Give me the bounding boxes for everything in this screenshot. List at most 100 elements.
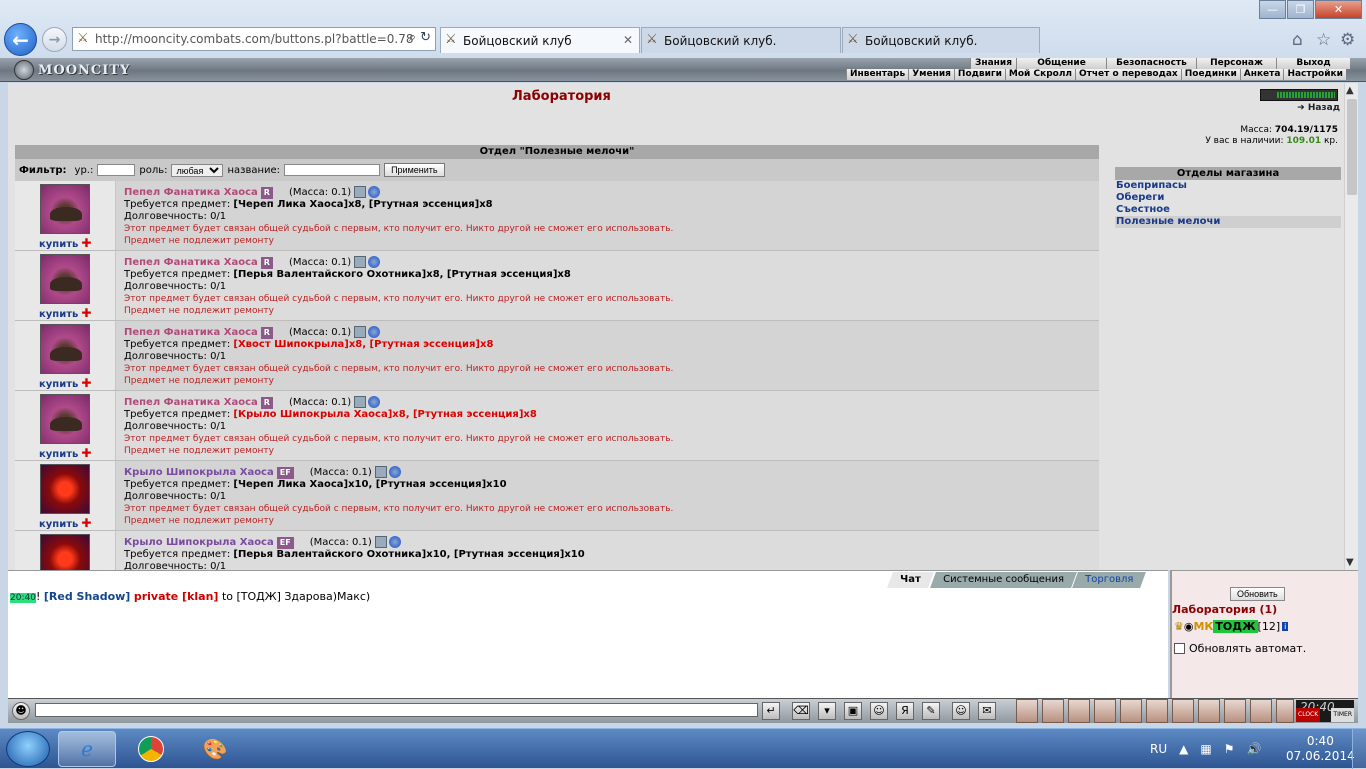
- volume-icon[interactable]: 🔊: [1246, 742, 1261, 756]
- menu-exit[interactable]: Выход: [1276, 58, 1350, 69]
- globe-icon[interactable]: [368, 186, 381, 198]
- system-clock[interactable]: 0:40 07.06.2014: [1286, 734, 1355, 764]
- menu-inventory[interactable]: Инвентарь: [846, 69, 909, 80]
- refresh-button[interactable]: Обновить: [1230, 587, 1285, 601]
- translit-icon[interactable]: Я: [896, 702, 914, 720]
- gift-icon[interactable]: [354, 256, 367, 268]
- menu-skills[interactable]: Умения: [908, 69, 954, 80]
- tab-3[interactable]: ⚔ Бойцовский клуб.: [842, 27, 1040, 53]
- buy-button[interactable]: купить ✚: [39, 376, 91, 390]
- gift-icon[interactable]: [354, 396, 367, 408]
- auto-refresh-checkbox[interactable]: [1174, 643, 1185, 654]
- tab-system[interactable]: Системные сообщения: [929, 572, 1077, 588]
- start-button[interactable]: [6, 731, 50, 767]
- auto-refresh[interactable]: Обновлять автомат.: [1174, 642, 1306, 655]
- pen-icon[interactable]: ✎: [922, 702, 940, 720]
- item-image[interactable]: [40, 534, 90, 570]
- player-entry[interactable]: ♛ ◉ МК ТОДЖ [12] i: [1174, 620, 1289, 633]
- eraser-icon[interactable]: ⌫: [792, 702, 810, 720]
- plus-icon[interactable]: ✚: [81, 306, 91, 320]
- ie-taskbar-icon[interactable]: ℯ: [58, 731, 116, 767]
- globe-icon[interactable]: [388, 536, 401, 548]
- menu-profile[interactable]: Анкета: [1239, 69, 1284, 80]
- action-center-icon[interactable]: ⚑: [1224, 742, 1235, 756]
- show-desktop-button[interactable]: [1352, 729, 1366, 769]
- globe-icon[interactable]: [368, 326, 381, 338]
- action-icon-9[interactable]: [1224, 699, 1246, 723]
- buy-button[interactable]: купить ✚: [39, 306, 91, 320]
- action-icon-3[interactable]: [1068, 699, 1090, 723]
- scroll-up-icon[interactable]: ▲: [1346, 85, 1354, 96]
- item-image[interactable]: [40, 464, 90, 514]
- globe-icon[interactable]: [388, 466, 401, 478]
- paint-taskbar-icon[interactable]: 🎨: [186, 731, 244, 767]
- chat-input[interactable]: [35, 703, 758, 717]
- gift-icon[interactable]: [374, 536, 387, 548]
- plus-icon[interactable]: ✚: [81, 446, 91, 460]
- filter-icon[interactable]: ▾: [818, 702, 836, 720]
- action-icon-4[interactable]: [1094, 699, 1116, 723]
- gift-icon[interactable]: [354, 186, 367, 198]
- action-icon-5[interactable]: [1120, 699, 1142, 723]
- tab-chat[interactable]: Чат: [887, 572, 934, 588]
- forward-button[interactable]: →: [42, 27, 67, 52]
- back-link[interactable]: ➜ Назад: [1297, 103, 1340, 113]
- item-image[interactable]: [40, 324, 90, 374]
- timer-label[interactable]: TIMER: [1331, 708, 1354, 722]
- content-scrollbar[interactable]: ▲ ▼: [1344, 83, 1358, 570]
- chrome-taskbar-icon[interactable]: [122, 731, 180, 767]
- dept-useful[interactable]: Полезные мелочи: [1115, 216, 1341, 228]
- back-button[interactable]: ←: [4, 23, 37, 56]
- item-name[interactable]: Пепел Фанатика Хаоса: [124, 187, 258, 198]
- action-icon-1[interactable]: [1016, 699, 1038, 723]
- action-icon-2[interactable]: [1042, 699, 1064, 723]
- item-image[interactable]: [40, 394, 90, 444]
- tab-2[interactable]: ⚔ Бойцовский клуб.: [641, 27, 841, 53]
- tray-arrow-icon[interactable]: ▲: [1179, 742, 1188, 756]
- tab-1[interactable]: ⚔ Бойцовский клуб ✕: [440, 27, 640, 53]
- favorites-star-icon[interactable]: ☆: [1316, 30, 1331, 50]
- dept-food[interactable]: Съестное: [1115, 204, 1341, 216]
- menu-security[interactable]: Безопасность: [1106, 58, 1196, 69]
- exit-icon[interactable]: [1276, 699, 1294, 723]
- menu-settings[interactable]: Настройки: [1283, 69, 1346, 80]
- level-input[interactable]: [97, 164, 136, 176]
- smile-icon[interactable]: ☺: [952, 702, 970, 720]
- item-name[interactable]: Крыло Шипокрыла Хаоса: [124, 467, 274, 478]
- send-icon[interactable]: ↵: [762, 702, 780, 720]
- globe-icon[interactable]: [368, 256, 381, 268]
- item-name[interactable]: Пепел Фанатика Хаоса: [124, 257, 258, 268]
- menu-knowledge[interactable]: Знания: [970, 58, 1016, 69]
- buy-button[interactable]: купить ✚: [39, 516, 91, 530]
- item-name[interactable]: Пепел Фанатика Хаоса: [124, 397, 258, 408]
- gift-icon[interactable]: [374, 466, 387, 478]
- message-time[interactable]: 20:40: [10, 593, 36, 603]
- message-private[interactable]: private [klan]: [134, 590, 219, 603]
- settings-gear-icon[interactable]: ⚙: [1340, 30, 1355, 50]
- item-image[interactable]: [40, 254, 90, 304]
- action-icon-6[interactable]: [1146, 699, 1168, 723]
- save-icon[interactable]: ▣: [844, 702, 862, 720]
- close-window-button[interactable]: ✕: [1315, 0, 1362, 19]
- menu-character[interactable]: Персонаж: [1196, 58, 1276, 69]
- plus-icon[interactable]: ✚: [81, 236, 91, 250]
- language-indicator[interactable]: RU: [1150, 742, 1167, 756]
- plus-icon[interactable]: ✚: [81, 516, 91, 530]
- item-image[interactable]: [40, 184, 90, 234]
- smiley-face-icon[interactable]: ☻: [12, 702, 30, 720]
- globe-icon[interactable]: [368, 396, 381, 408]
- scroll-thumb[interactable]: [1347, 99, 1357, 195]
- minimize-button[interactable]: —: [1259, 0, 1286, 19]
- plus-icon[interactable]: ✚: [81, 376, 91, 390]
- action-icon-7[interactable]: [1172, 699, 1194, 723]
- buy-button[interactable]: купить ✚: [39, 446, 91, 460]
- figure-icon[interactable]: ☺: [870, 702, 888, 720]
- maximize-button[interactable]: ❐: [1287, 0, 1314, 19]
- apply-button[interactable]: Применить: [384, 163, 445, 177]
- menu-fights[interactable]: Поединки: [1180, 69, 1240, 80]
- gift-icon[interactable]: [354, 326, 367, 338]
- clock-label[interactable]: CLOCK: [1296, 708, 1321, 722]
- dept-amulets[interactable]: Обереги: [1115, 192, 1341, 204]
- chat-mode-icon[interactable]: ✉: [978, 702, 996, 720]
- close-tab-icon[interactable]: ✕: [623, 33, 633, 47]
